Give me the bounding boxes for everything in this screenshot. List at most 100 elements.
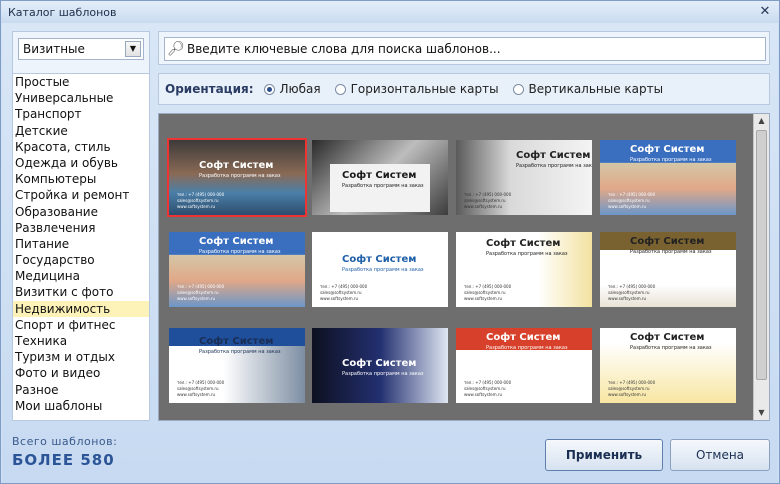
category-item[interactable]: Техника: [13, 333, 149, 349]
template-card[interactable]: Софт Систем Разработка программ на заказ: [312, 140, 448, 215]
category-item[interactable]: Универсальные: [13, 90, 149, 106]
orientation-option[interactable]: Горизонтальные карты: [334, 82, 499, 96]
cancel-button[interactable]: Отмена: [670, 439, 770, 471]
template-card[interactable]: Софт СистемРазработка программ на заказт…: [456, 328, 592, 403]
total-templates-label: Всего шаблонов:: [12, 435, 118, 448]
card-contact-line: sales@softsystem.ru: [177, 290, 219, 295]
template-gallery[interactable]: ▲ ▼ Софт Систем Разработка программ на за…: [158, 113, 770, 421]
template-card[interactable]: Софт Систем Разработка программ на заказ т…: [600, 140, 736, 215]
gallery-scrollbar[interactable]: ▲ ▼: [753, 114, 769, 420]
template-card[interactable]: Софт СистемРазработка программ на заказт…: [312, 232, 448, 307]
window-title: Каталог шаблонов: [8, 5, 117, 19]
card-tagline: Разработка программ на заказ: [516, 163, 592, 169]
card-brand-text: Софт Систем: [342, 254, 417, 265]
category-item[interactable]: Фото и видео: [13, 365, 149, 381]
orientation-option[interactable]: Вертикальные карты: [512, 82, 664, 96]
category-item[interactable]: Развлечения: [13, 220, 149, 236]
card-contact-line: www.softsystem.ru: [177, 296, 216, 301]
card-contact-line: тел.: +7 (495) 000-000: [464, 284, 512, 289]
card-tagline: Разработка программ на заказ: [486, 345, 568, 351]
scroll-down-icon[interactable]: ▼: [754, 406, 769, 420]
card-contact-line: www.softsystem.ru: [177, 392, 216, 397]
search-input-text: Введите ключевые слова для поиска шаблон…: [187, 42, 501, 56]
dialog-body: Визитные ▼ 🔎︎ Введите ключевые слова для…: [2, 23, 778, 483]
category-item[interactable]: Питание: [13, 236, 149, 252]
card-brand-text: Софт Систем: [486, 332, 561, 343]
category-item[interactable]: Компьютеры: [13, 171, 149, 187]
category-item[interactable]: Разное: [13, 382, 149, 398]
orientation-option[interactable]: Любая: [263, 82, 321, 96]
card-contact-line: sales@softsystem.ru: [464, 198, 506, 203]
card-tagline: Разработка программ на заказ: [342, 183, 424, 189]
card-brand-text: Софт Систем: [630, 144, 705, 155]
card-contact-line: тел.: +7 (495) 000-000: [177, 380, 225, 385]
category-item[interactable]: Стройка и ремонт: [13, 187, 149, 203]
category-item[interactable]: Простые: [13, 74, 149, 90]
category-type-dropdown[interactable]: Визитные ▼: [18, 38, 144, 60]
template-card[interactable]: Софт СистемРазработка программ на заказт…: [456, 420, 592, 421]
category-item[interactable]: Мои шаблоны: [13, 398, 149, 414]
chevron-down-icon[interactable]: ▼: [125, 41, 141, 57]
template-card[interactable]: Софт Систем Разработка программ на заказ: [312, 328, 448, 403]
apply-button[interactable]: Применить: [545, 439, 663, 471]
card-brand-text: Софт Систем: [486, 238, 561, 249]
card-contact-line: sales@softsystem.ru: [177, 198, 219, 203]
category-item[interactable]: Медицина: [13, 268, 149, 284]
category-item[interactable]: Детские: [13, 123, 149, 139]
card-contact-line: www.softsystem.ru: [464, 296, 503, 301]
template-card[interactable]: Софт СистемРазработка программ на заказт…: [169, 232, 305, 307]
category-item[interactable]: Государство: [13, 252, 149, 268]
template-card[interactable]: Софт СистемРазработка программ на заказт…: [600, 328, 736, 403]
card-tagline: Разработка программ на заказ: [630, 157, 712, 163]
card-brand-text: Софт Систем: [199, 336, 274, 347]
category-type-value: Визитные: [23, 42, 85, 56]
title-bar[interactable]: Каталог шаблонов ✕: [1, 1, 779, 23]
template-card[interactable]: Софт СистемРазработка программ на заказт…: [600, 420, 736, 421]
template-catalog-window: Каталог шаблонов ✕ Визитные ▼ 🔎︎ Введите…: [0, 0, 780, 484]
orientation-option-label: Горизонтальные карты: [350, 82, 499, 96]
category-item[interactable]: Спорт и фитнес: [13, 317, 149, 333]
search-icon: 🔎︎: [167, 41, 185, 57]
category-item[interactable]: Красота, стиль: [13, 139, 149, 155]
category-item[interactable]: Образование: [13, 204, 149, 220]
card-contact-line: тел.: +7 (495) 000-000: [608, 192, 656, 197]
radio-icon[interactable]: [263, 83, 275, 95]
close-icon[interactable]: ✕: [757, 4, 773, 20]
card-brand-text: Софт Систем: [342, 358, 417, 369]
template-card[interactable]: Софт СистемРазработка программ на заказт…: [169, 328, 305, 403]
radio-icon[interactable]: [512, 83, 524, 95]
card-contact-line: www.softsystem.ru: [464, 392, 503, 397]
template-card[interactable]: Софт СистемРазработка программ на заказт…: [167, 138, 307, 217]
total-templates-count: БОЛЕЕ 580: [12, 451, 115, 469]
search-input[interactable]: 🔎︎ Введите ключевые слова для поиска шаб…: [164, 37, 766, 61]
category-item[interactable]: Одежда и обувь: [13, 155, 149, 171]
card-contact-line: sales@softsystem.ru: [177, 386, 219, 391]
card-brand-text: Софт Систем: [516, 150, 591, 161]
template-card[interactable]: Софт СистемРазработка программ на заказт…: [456, 232, 592, 307]
category-list[interactable]: Простые Универсальные Транспорт Детские Крас…: [12, 73, 150, 421]
card-brand-text: Софт Систем: [630, 332, 705, 343]
category-item[interactable]: Транспорт: [13, 106, 149, 122]
card-contact-line: тел.: +7 (495) 000-000: [464, 192, 512, 197]
category-item[interactable]: Недвижимость: [13, 300, 149, 317]
card-contact-line: www.softsystem.ru: [464, 204, 503, 209]
scroll-thumb[interactable]: [756, 130, 767, 380]
radio-icon[interactable]: [334, 83, 346, 95]
card-contact-line: тел.: +7 (495) 000-000: [320, 284, 368, 289]
card-brand-text: Софт Систем: [199, 160, 274, 171]
card-contact-line: www.softsystem.ru: [608, 296, 647, 301]
template-card[interactable]: Софт Систем Разработка программ на заказ т…: [456, 140, 592, 215]
template-card[interactable]: Софт СистемРазработка программ на заказт…: [600, 232, 736, 307]
orientation-option-label: Вертикальные карты: [528, 82, 664, 96]
scroll-up-icon[interactable]: ▲: [754, 114, 769, 128]
card-tagline: Разработка программ на заказ: [630, 345, 712, 351]
card-contact-line: sales@softsystem.ru: [608, 386, 650, 391]
card-contact-line: тел.: +7 (495) 000-000: [177, 284, 225, 289]
orientation-bar: Ориентация: Любая Горизонтальные карты Вер…: [158, 73, 770, 105]
template-card[interactable]: Софт СистемРазработка программ на заказт…: [312, 420, 448, 421]
search-panel: 🔎︎ Введите ключевые слова для поиска шаб…: [158, 31, 770, 65]
category-item[interactable]: Визитки с фото: [13, 284, 149, 300]
template-card[interactable]: Софт СистемРазработка программ на заказт…: [169, 420, 305, 421]
card-tagline: Разработка программ на заказ: [630, 249, 712, 255]
category-item[interactable]: Туризм и отдых: [13, 349, 149, 365]
